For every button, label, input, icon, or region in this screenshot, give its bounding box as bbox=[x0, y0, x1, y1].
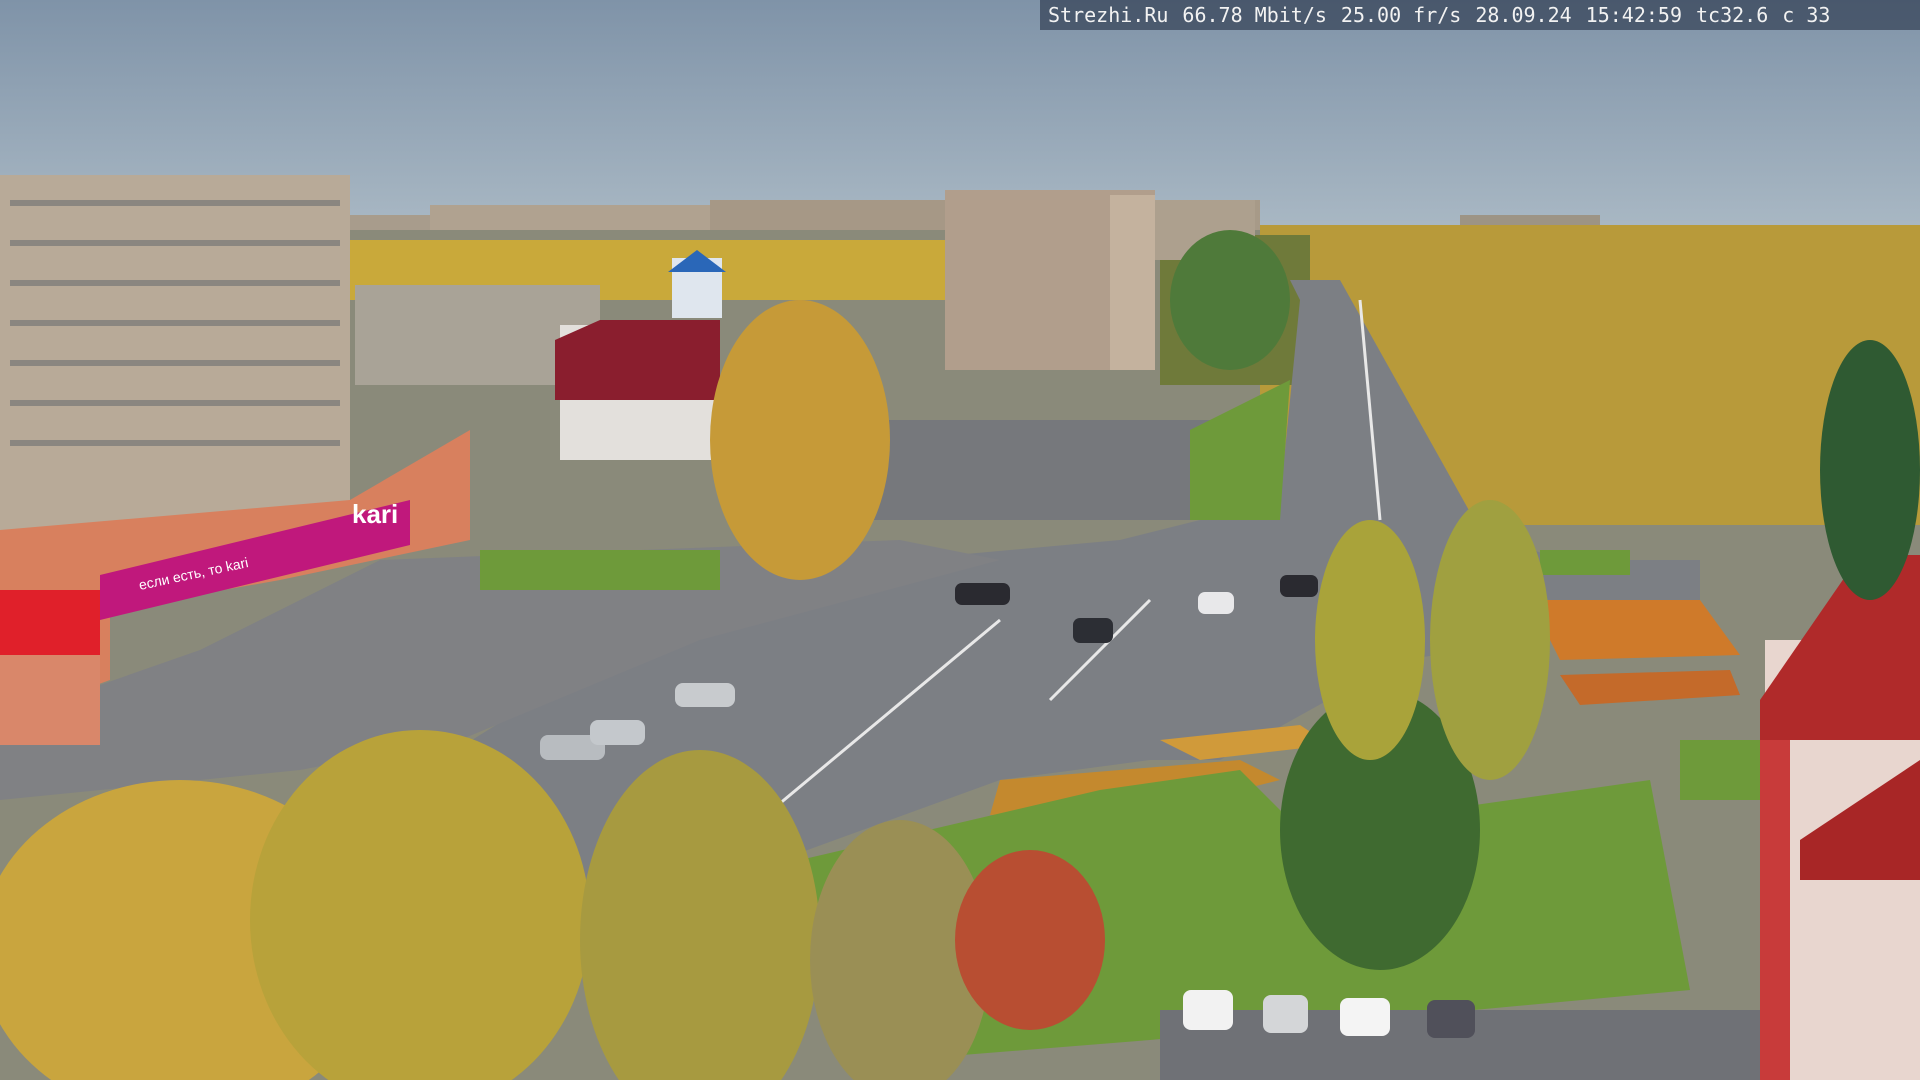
overlay-bitrate: 66.78 Mbit/s bbox=[1182, 3, 1327, 27]
overlay-site: Strezhi.Ru bbox=[1048, 3, 1169, 27]
webcam-scene: kari если есть, то kari bbox=[0, 0, 1920, 1080]
kari-logo-text: kari bbox=[352, 499, 398, 529]
upper-square bbox=[860, 420, 1220, 520]
red-roof bbox=[555, 320, 720, 400]
overlay-temp: tc32.6 bbox=[1696, 3, 1769, 27]
overlay-framerate: 25.00 fr/s bbox=[1340, 3, 1462, 27]
camera-overlay: Strezhi.Ru 66.78 Mbit/s 25.00 fr/s 28.09.24… bbox=[1040, 0, 1920, 30]
overlay-time: 15:42:59 bbox=[1585, 3, 1682, 27]
overlay-channel: c 33 bbox=[1782, 3, 1831, 27]
overlay-date: 28.09.24 bbox=[1475, 3, 1572, 27]
apartment-block-left bbox=[0, 175, 350, 530]
